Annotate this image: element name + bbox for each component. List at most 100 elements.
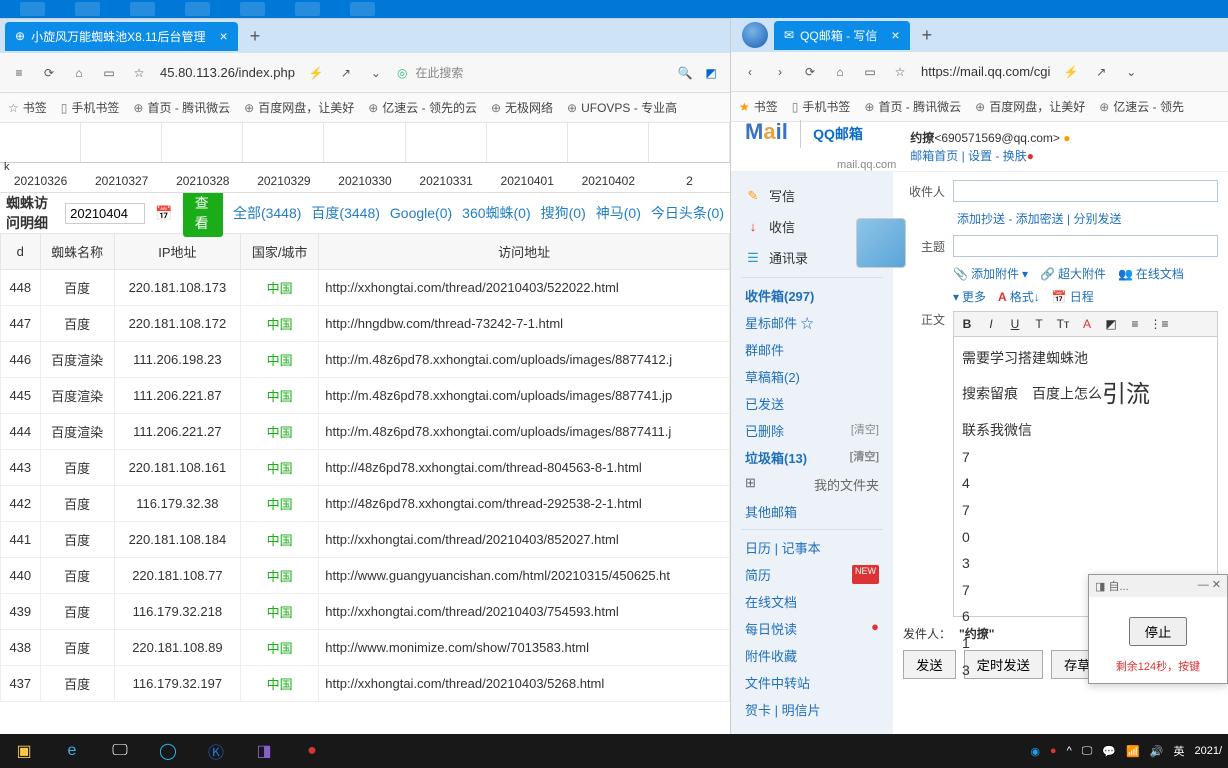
bookmark-item[interactable]: ☆书签 bbox=[8, 99, 47, 116]
tray-volume-icon[interactable]: 🔊 bbox=[1150, 745, 1164, 758]
qq-icon[interactable]: ◯ bbox=[150, 737, 186, 765]
new-tab-button[interactable]: + bbox=[922, 25, 933, 46]
filter-baidu[interactable]: 百度(3448) bbox=[311, 203, 379, 223]
tray-notify-icon[interactable]: 💬 bbox=[1102, 745, 1116, 758]
search-icon[interactable]: 🔍 bbox=[676, 64, 694, 82]
kugou-icon[interactable]: Ⓚ bbox=[198, 737, 234, 765]
sidebar-trash[interactable]: 垃圾箱(13)[清空] bbox=[731, 444, 893, 471]
bolt-icon[interactable]: ⚡ bbox=[307, 64, 325, 82]
sidebar-draft[interactable]: 草稿箱(2) bbox=[731, 363, 893, 390]
forward-icon[interactable]: › bbox=[771, 63, 789, 81]
table-row[interactable]: 444百度渲染111.206.221.27中国http://m.48z6pd78… bbox=[1, 414, 730, 450]
table-row[interactable]: 437百度116.179.32.197中国http://xxhongtai.co… bbox=[1, 666, 730, 702]
tray-qq-icon[interactable]: ◉ bbox=[1030, 745, 1040, 758]
sidebar-myfiles[interactable]: ⊞ 我的文件夹 bbox=[731, 471, 893, 498]
tray-lang[interactable]: 英 bbox=[1173, 743, 1184, 759]
star-icon[interactable]: ☆ bbox=[891, 63, 909, 81]
down-icon[interactable]: ⌄ bbox=[1122, 63, 1140, 81]
more-btn[interactable]: ▾ 更多 bbox=[953, 288, 986, 305]
browser-tab[interactable]: ⊕ 小旋风万能蜘蛛池X8.11后台管理 × bbox=[5, 22, 238, 51]
to-input[interactable] bbox=[953, 180, 1218, 202]
bookmark-item[interactable]: ▯手机书签 bbox=[61, 99, 120, 116]
table-row[interactable]: 443百度220.181.108.161中国http://48z6pd78.xx… bbox=[1, 450, 730, 486]
search-engine-icon[interactable]: ◎ bbox=[397, 66, 407, 80]
send-button[interactable]: 发送 bbox=[903, 650, 956, 679]
browser-icon[interactable]: ◨ bbox=[246, 737, 282, 765]
new-tab-button[interactable]: + bbox=[250, 26, 261, 47]
list-icon[interactable]: ⋮≡ bbox=[1148, 314, 1170, 334]
italic-icon[interactable]: I bbox=[980, 314, 1002, 334]
font-icon[interactable]: T bbox=[1028, 314, 1050, 334]
star-icon[interactable]: ☆ bbox=[130, 64, 148, 82]
onlinedoc-btn[interactable]: 👥 在线文档 bbox=[1118, 265, 1184, 282]
filter-sogou[interactable]: 搜狗(0) bbox=[541, 203, 586, 223]
share-icon[interactable]: ↗ bbox=[1092, 63, 1110, 81]
subject-input[interactable] bbox=[953, 235, 1218, 257]
sidebar-inbox[interactable]: 收件箱(297) bbox=[731, 282, 893, 309]
sidebar-deleted[interactable]: 已删除[清空] bbox=[731, 417, 893, 444]
attach-btn[interactable]: 📎 添加附件 ▾ bbox=[953, 265, 1028, 282]
record-icon[interactable]: ● bbox=[294, 737, 330, 765]
sidebar-card[interactable]: 贺卡 | 明信片 bbox=[731, 696, 893, 723]
extension-icon[interactable]: ◩ bbox=[702, 64, 720, 82]
bookmark-item[interactable]: ⊕UFOVPS - 专业高 bbox=[567, 99, 677, 116]
qq-avatar-icon[interactable] bbox=[742, 22, 768, 48]
table-row[interactable]: 447百度220.181.108.172中国http://hngdbw.com/… bbox=[1, 306, 730, 342]
sidebar-star[interactable]: 星标邮件 ☆ bbox=[731, 309, 893, 336]
bookmark-item[interactable]: ★书签 bbox=[739, 98, 778, 115]
filter-shenma[interactable]: 神马(0) bbox=[596, 203, 641, 223]
bigattach-btn[interactable]: 🔗 超大附件 bbox=[1040, 265, 1106, 282]
table-row[interactable]: 441百度220.181.108.184中国http://xxhongtai.c… bbox=[1, 522, 730, 558]
tray-wifi-icon[interactable]: 📶 bbox=[1126, 745, 1140, 758]
book-icon[interactable]: ▭ bbox=[100, 64, 118, 82]
home-icon[interactable]: ⌂ bbox=[831, 63, 849, 81]
cc-links[interactable]: 添加抄送 - 添加密送 | 分别发送 bbox=[957, 210, 1121, 227]
popup-controls[interactable]: — ✕ bbox=[1198, 578, 1221, 594]
table-row[interactable]: 440百度220.181.108.77中国http://www.guangyua… bbox=[1, 558, 730, 594]
table-row[interactable]: 442百度116.179.32.38中国http://48z6pd78.xxho… bbox=[1, 486, 730, 522]
size-icon[interactable]: Tт bbox=[1052, 314, 1074, 334]
reload-icon[interactable]: ⟳ bbox=[801, 63, 819, 81]
bookmark-item[interactable]: ⊕亿速云 - 领先 bbox=[1099, 98, 1184, 115]
sidebar-docs[interactable]: 在线文档 bbox=[731, 588, 893, 615]
url-text[interactable]: https://mail.qq.com/cgi bbox=[921, 64, 1050, 79]
menu-icon[interactable]: ≡ bbox=[10, 64, 28, 82]
calendar-icon[interactable]: 📅 bbox=[155, 205, 172, 222]
view-button[interactable]: 查看 bbox=[183, 189, 223, 237]
browser-tab[interactable]: ✉ QQ邮箱 - 写信 × bbox=[774, 21, 910, 50]
schedule-btn[interactable]: 📅 日程 bbox=[1052, 288, 1094, 305]
date-input[interactable] bbox=[65, 203, 145, 224]
sidebar-other[interactable]: 其他邮箱 bbox=[731, 498, 893, 525]
filter-360[interactable]: 360蜘蛛(0) bbox=[462, 203, 530, 223]
bookmark-item[interactable]: ⊕百度网盘，让美好 bbox=[975, 98, 1085, 115]
url-text[interactable]: 45.80.113.26/index.php bbox=[160, 65, 295, 80]
bolt-icon[interactable]: ⚡ bbox=[1062, 63, 1080, 81]
color-icon[interactable]: A bbox=[1076, 314, 1098, 334]
format-btn[interactable]: A 格式↓ bbox=[998, 288, 1040, 305]
book-icon[interactable]: ▭ bbox=[861, 63, 879, 81]
mail-logo[interactable]: Mail QQ邮箱 mail.qq.com bbox=[745, 119, 896, 173]
stop-button[interactable]: 停止 bbox=[1129, 617, 1188, 646]
sidebar-group[interactable]: 群邮件 bbox=[731, 336, 893, 363]
bgcolor-icon[interactable]: ◩ bbox=[1100, 314, 1122, 334]
sidebar-daily[interactable]: 每日悦读 ● bbox=[731, 615, 893, 642]
down-icon[interactable]: ⌄ bbox=[367, 64, 385, 82]
bookmark-item[interactable]: ⊕亿速云 - 领先的云 bbox=[368, 99, 477, 116]
underline-icon[interactable]: U bbox=[1004, 314, 1026, 334]
bookmark-item[interactable]: ⊕首页 - 腾讯微云 bbox=[133, 99, 230, 116]
sidebar-resume[interactable]: 简历 NEW bbox=[731, 561, 893, 588]
sidebar-sent[interactable]: 已发送 bbox=[731, 390, 893, 417]
monitor-icon[interactable]: 🖵 bbox=[102, 737, 138, 765]
nav-links[interactable]: 邮箱首页 | 设置 - 换肤 bbox=[910, 149, 1026, 163]
close-icon[interactable]: × bbox=[891, 27, 899, 43]
bookmark-item[interactable]: ⊕无极网络 bbox=[491, 99, 553, 116]
bookmark-item[interactable]: ⊕首页 - 腾讯微云 bbox=[864, 98, 961, 115]
sidebar-attach[interactable]: 附件收藏 bbox=[731, 642, 893, 669]
align-icon[interactable]: ≡ bbox=[1124, 314, 1146, 334]
reload-icon[interactable]: ⟳ bbox=[40, 64, 58, 82]
table-row[interactable]: 446百度渲染111.206.198.23中国http://m.48z6pd78… bbox=[1, 342, 730, 378]
ie-icon[interactable]: e bbox=[54, 737, 90, 765]
table-row[interactable]: 445百度渲染111.206.221.87中国http://m.48z6pd78… bbox=[1, 378, 730, 414]
filter-toutiao[interactable]: 今日头条(0) bbox=[651, 203, 724, 223]
filter-all[interactable]: 全部(3448) bbox=[233, 203, 301, 223]
